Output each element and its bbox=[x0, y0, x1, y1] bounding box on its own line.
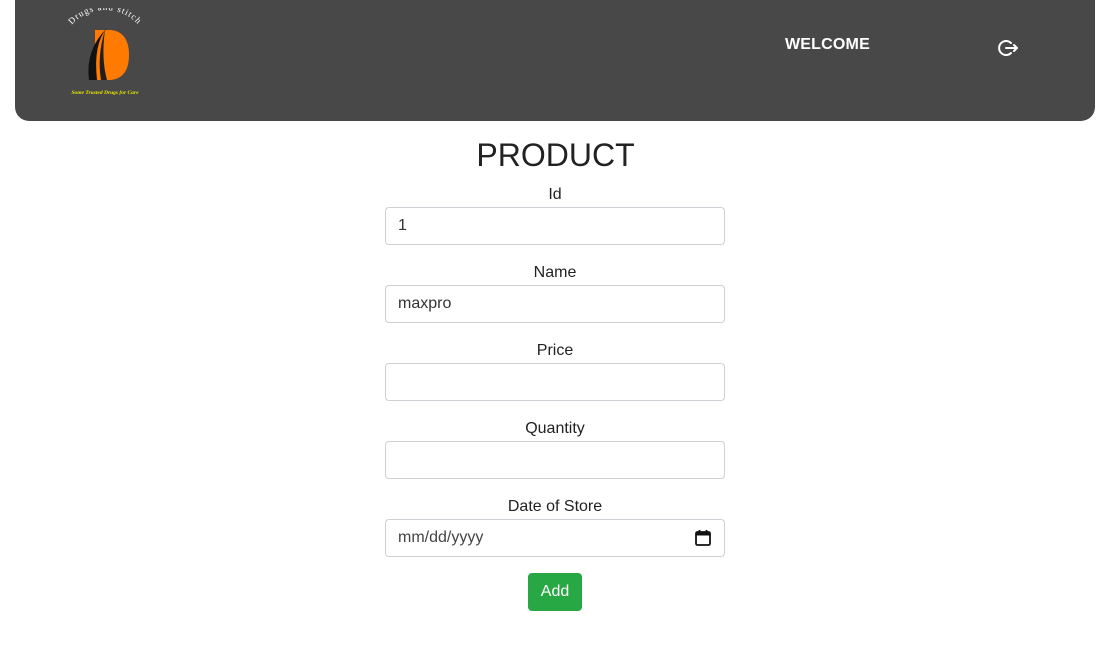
brand-logo[interactable]: Drugs and stitch Some Trusted Drugs for … bbox=[55, 8, 155, 100]
svg-text:Drugs and stitch: Drugs and stitch bbox=[66, 8, 144, 26]
name-input[interactable] bbox=[385, 285, 725, 323]
add-button[interactable]: Add bbox=[528, 573, 582, 611]
date-placeholder: mm/dd/yyyy bbox=[398, 529, 484, 546]
welcome-text: WELCOME bbox=[785, 36, 870, 53]
id-label: Id bbox=[548, 186, 562, 203]
logo-tagline: Some Trusted Drugs for Care bbox=[71, 90, 139, 96]
page-title: PRODUCT bbox=[476, 137, 635, 173]
id-input[interactable] bbox=[385, 207, 725, 245]
calendar-icon[interactable] bbox=[694, 529, 712, 547]
price-input[interactable] bbox=[385, 363, 725, 401]
date-of-store-input[interactable]: mm/dd/yyyy bbox=[385, 519, 725, 557]
quantity-input[interactable] bbox=[385, 441, 725, 479]
logout-icon[interactable] bbox=[996, 37, 1020, 59]
name-label: Name bbox=[533, 264, 577, 281]
top-header: Drugs and stitch Some Trusted Drugs for … bbox=[15, 0, 1095, 121]
price-label: Price bbox=[536, 342, 574, 359]
quantity-label: Quantity bbox=[525, 420, 585, 437]
date-of-store-label: Date of Store bbox=[507, 498, 603, 515]
logo-graphic: Drugs and stitch Some Trusted Drugs for … bbox=[66, 8, 144, 96]
logo-brand-text: Drugs and stitch bbox=[66, 8, 143, 26]
